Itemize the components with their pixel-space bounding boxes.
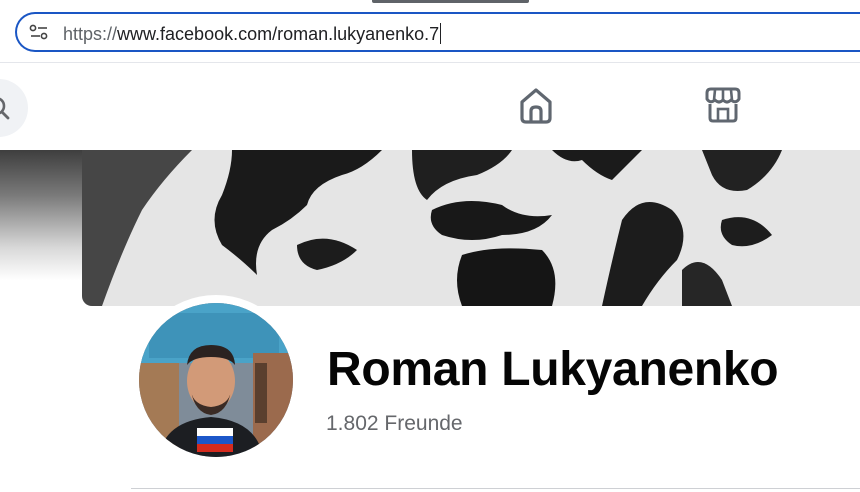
search-button[interactable]: [0, 79, 28, 137]
home-icon[interactable]: [516, 85, 556, 130]
cover-shadow: [0, 150, 82, 280]
text-caret: [440, 23, 442, 44]
active-tab-indicator: [372, 0, 529, 3]
avatar[interactable]: [139, 303, 293, 457]
url-path: www.facebook.com/roman.lukyanenko.7: [117, 24, 440, 44]
browser-toolbar: https://www.facebook.com/roman.lukyanenk…: [0, 0, 860, 62]
search-icon: [0, 97, 10, 120]
facebook-top-nav: [0, 62, 860, 151]
profile-name: Roman Lukyanenko: [327, 343, 779, 396]
url-text[interactable]: https://www.facebook.com/roman.lukyanenk…: [63, 23, 442, 45]
url-scheme: https://: [63, 24, 118, 44]
store-icon[interactable]: [703, 85, 743, 130]
cover-photo[interactable]: [82, 150, 860, 306]
address-bar[interactable]: https://www.facebook.com/roman.lukyanenk…: [15, 12, 860, 52]
tune-icon[interactable]: [29, 24, 49, 40]
section-divider: [131, 488, 860, 489]
friends-count[interactable]: 1.802 Freunde: [326, 412, 463, 436]
